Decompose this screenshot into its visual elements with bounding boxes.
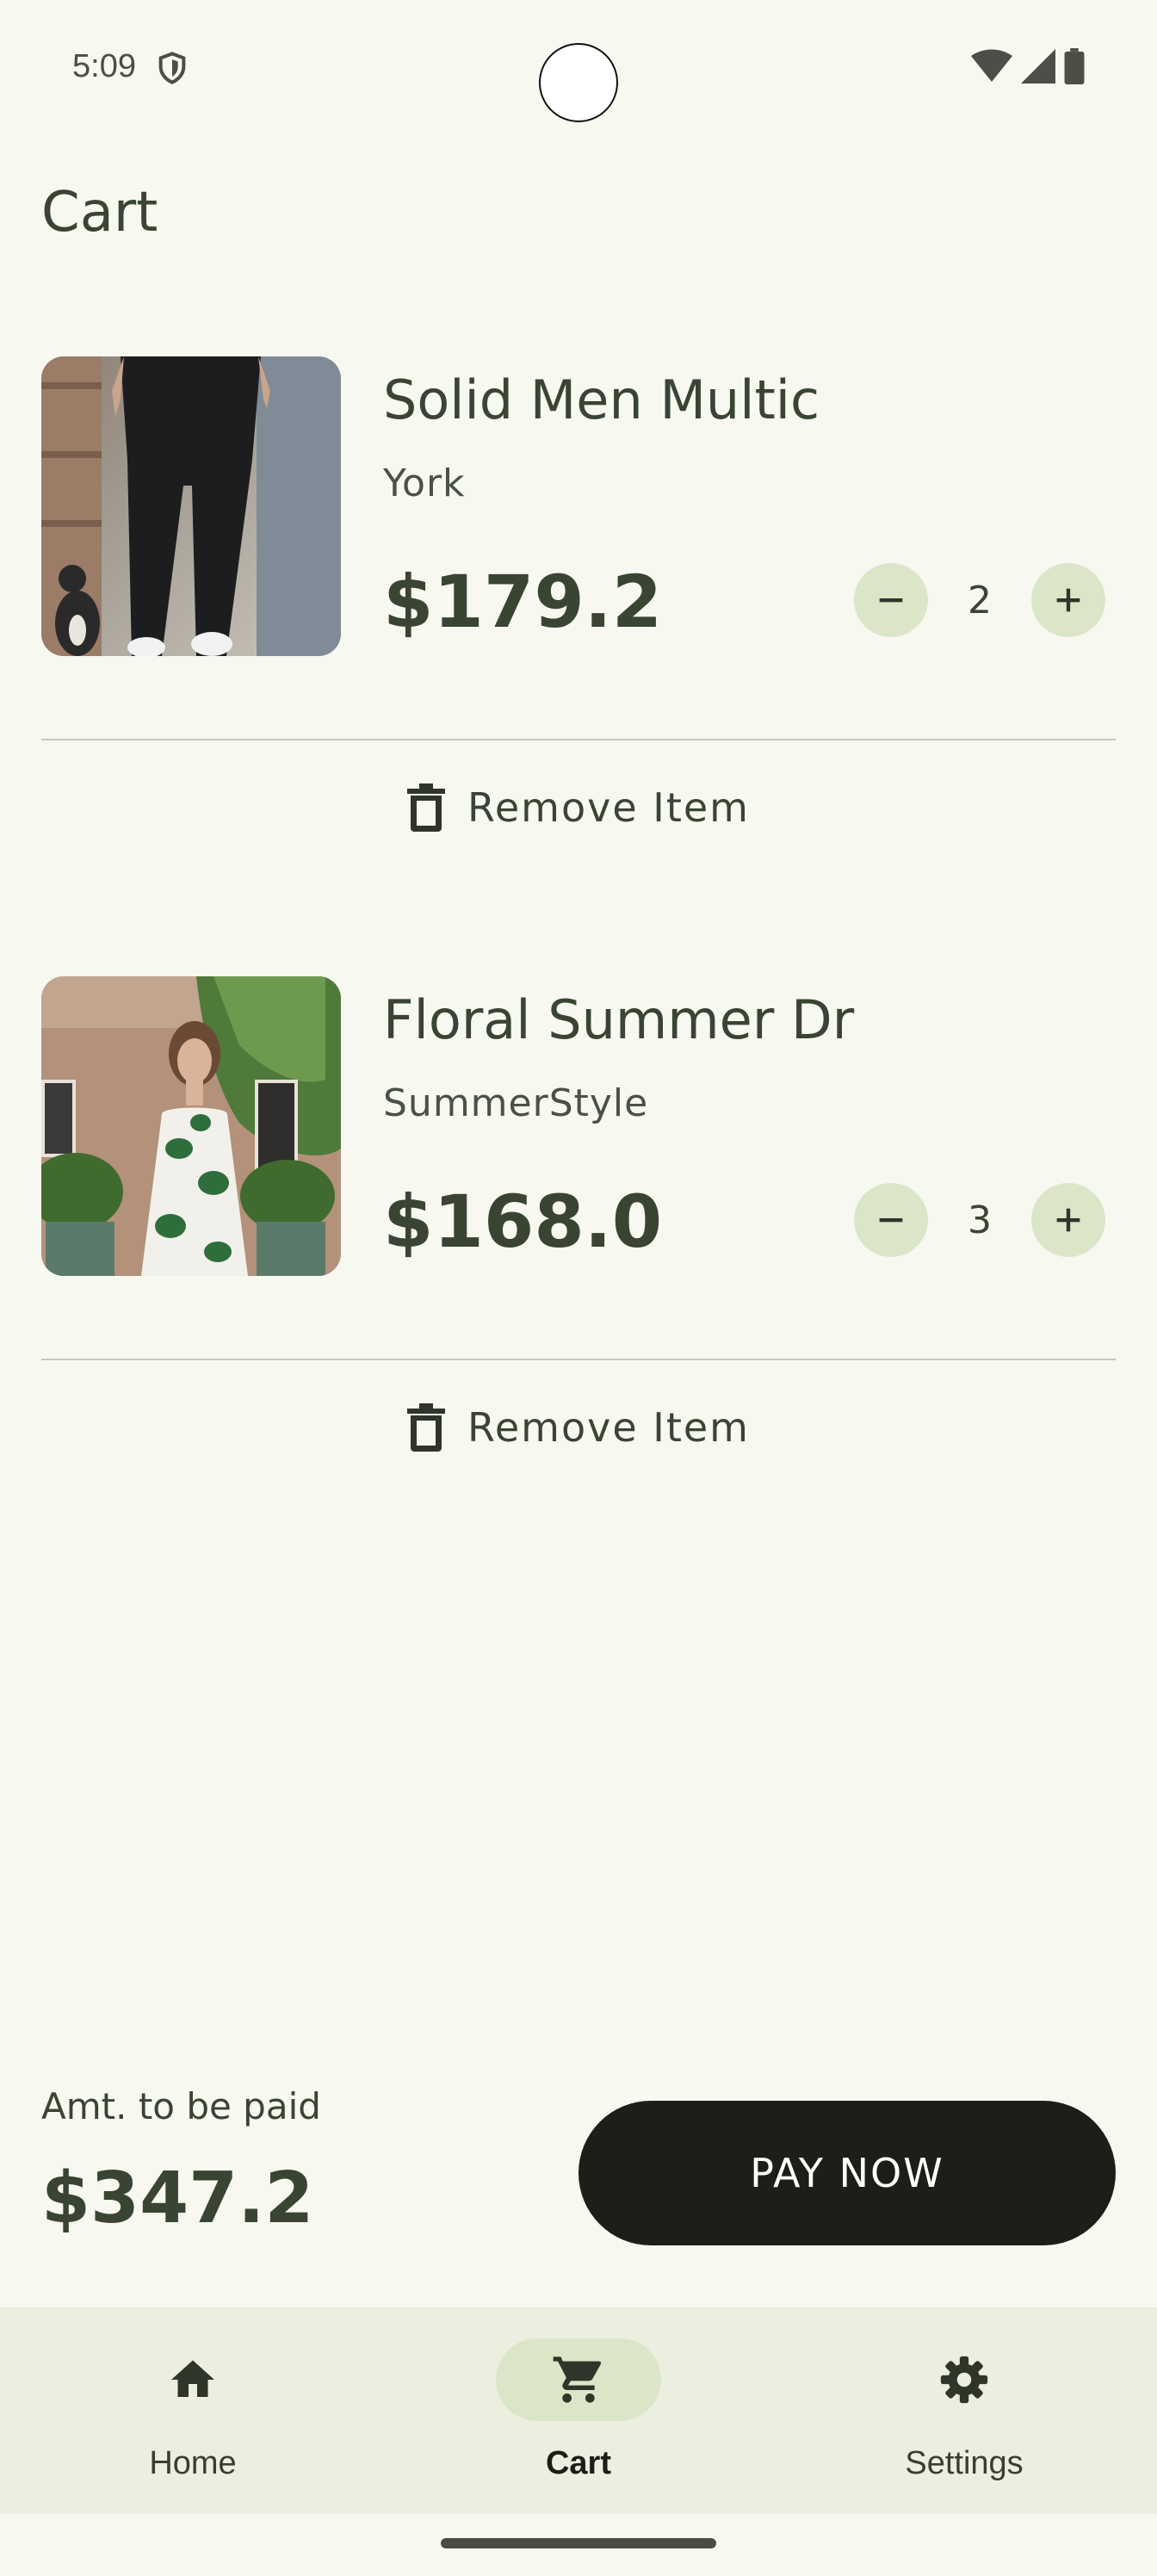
cart-icon <box>553 2356 602 2403</box>
remove-item-button[interactable]: Remove Item <box>41 1403 1116 1452</box>
trash-icon <box>406 1403 445 1452</box>
nav-pill <box>496 2338 661 2421</box>
gear-icon <box>940 2356 988 2404</box>
status-time: 5:09 <box>72 48 136 84</box>
quantity-value: 2 <box>968 578 992 622</box>
nav-label: Cart <box>545 2445 612 2481</box>
product-price: $168.0 <box>383 1180 663 1264</box>
remove-item-button[interactable]: Remove Item <box>41 783 1116 832</box>
decrease-quantity-button[interactable] <box>854 563 928 637</box>
wifi-icon <box>971 49 1012 82</box>
product-brand: York <box>383 461 466 505</box>
minus-icon <box>879 598 903 603</box>
plus-icon <box>1056 1208 1080 1232</box>
remove-item-label: Remove Item <box>467 784 750 831</box>
increase-quantity-button[interactable] <box>1031 1183 1105 1257</box>
product-price: $179.2 <box>383 560 663 644</box>
decrease-quantity-button[interactable] <box>854 1183 928 1257</box>
amount-value: $347.2 <box>41 2158 314 2239</box>
divider <box>41 1359 1116 1360</box>
nav-pill <box>882 2338 1047 2421</box>
status-bar: 5:09 <box>0 0 1157 138</box>
nav-item-cart[interactable]: Cart <box>386 2307 771 2514</box>
cart-item: Solid Men Multic York $179.2 2 Remove It… <box>41 356 1116 873</box>
amount-label: Amt. to be paid <box>41 2085 321 2127</box>
battery-icon <box>1064 48 1085 84</box>
nav-label: Home <box>149 2445 237 2481</box>
product-image[interactable] <box>41 976 341 1276</box>
home-indicator[interactable] <box>441 2538 716 2548</box>
product-name: Floral Summer Dr <box>383 988 855 1051</box>
cart-item: Floral Summer Dr SummerStyle $168.0 3 Re… <box>41 976 1116 1493</box>
quantity-stepper: 3 <box>854 1183 1105 1257</box>
nav-item-settings[interactable]: Settings <box>771 2307 1157 2514</box>
nav-item-home[interactable]: Home <box>0 2307 386 2514</box>
plus-icon <box>1056 588 1080 612</box>
product-image[interactable] <box>41 356 341 656</box>
quantity-value: 3 <box>968 1198 992 1242</box>
minus-icon <box>879 1218 903 1223</box>
product-name: Solid Men Multic <box>383 368 820 431</box>
shield-icon <box>158 52 186 84</box>
trash-icon <box>406 783 445 832</box>
remove-item-label: Remove Item <box>467 1404 750 1451</box>
camera-cutout <box>539 43 618 122</box>
increase-quantity-button[interactable] <box>1031 563 1105 637</box>
product-brand: SummerStyle <box>383 1081 649 1125</box>
signal-icon <box>1021 49 1055 84</box>
nav-pill <box>110 2338 275 2421</box>
nav-label: Settings <box>905 2445 1024 2481</box>
divider <box>41 739 1116 740</box>
page-title: Cart <box>41 181 158 245</box>
quantity-stepper: 2 <box>854 563 1105 637</box>
home-icon <box>171 2360 214 2397</box>
pay-now-button[interactable]: PAY NOW <box>578 2101 1116 2245</box>
bottom-navigation: Home Cart Settings <box>0 2307 1157 2514</box>
